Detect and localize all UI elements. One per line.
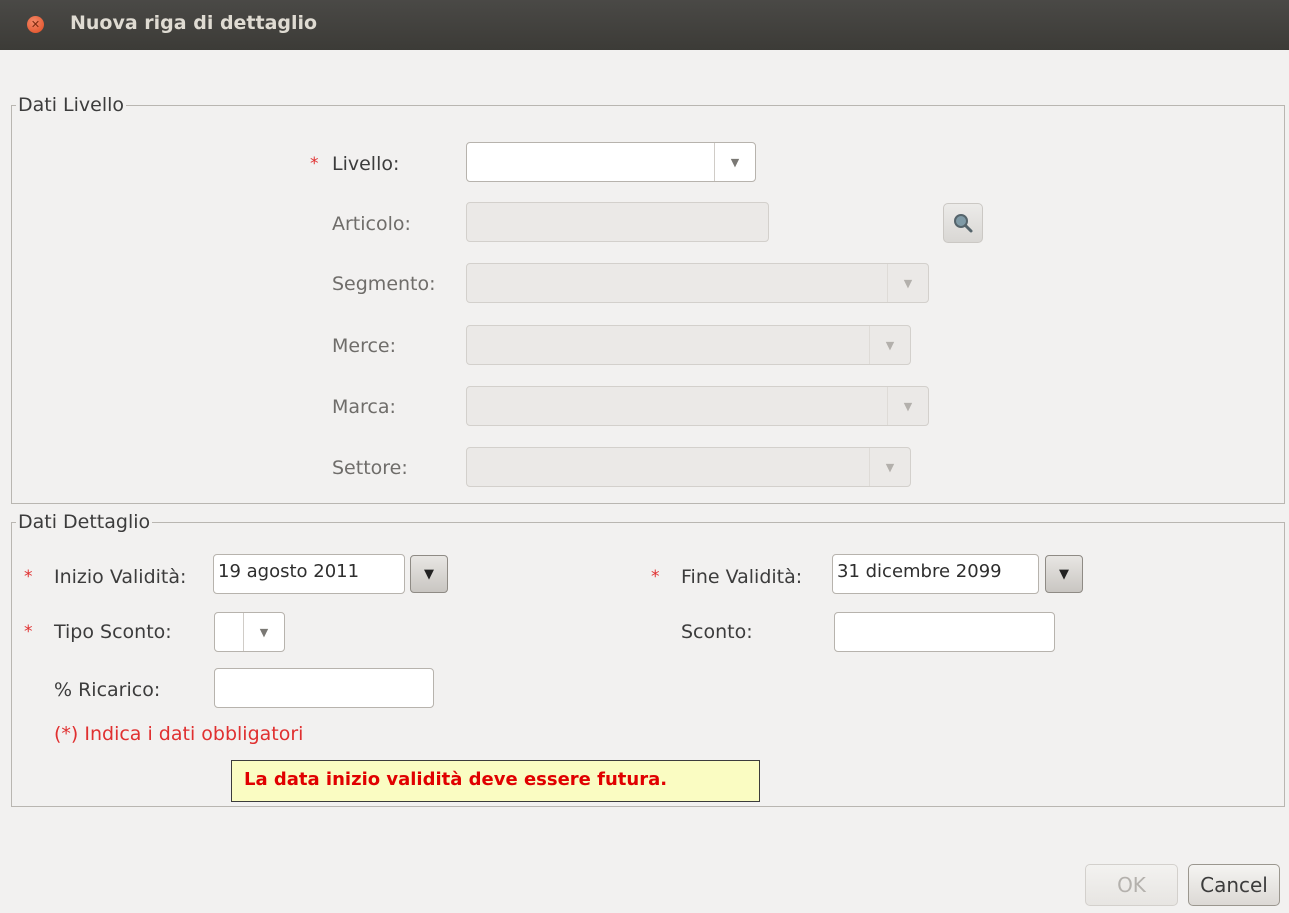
required-marker: * xyxy=(310,154,319,174)
error-message: La data inizio validità deve essere futu… xyxy=(231,760,760,802)
articolo-field[interactable] xyxy=(466,202,769,242)
chevron-down-icon[interactable]: ▼ xyxy=(714,143,755,181)
fine-validita-field[interactable]: 31 dicembre 2099 xyxy=(832,554,1039,594)
chevron-down-icon[interactable]: ▼ xyxy=(887,264,928,302)
chevron-down-icon[interactable]: ▼ xyxy=(869,448,910,486)
title-bar: ✕ Nuova riga di dettaglio xyxy=(0,0,1289,50)
ricarico-field[interactable] xyxy=(214,668,434,708)
chevron-down-icon[interactable]: ▼ xyxy=(243,613,284,651)
livello-combo[interactable]: ▼ xyxy=(466,142,756,182)
window-title: Nuova riga di dettaglio xyxy=(70,12,318,34)
inizio-validita-field[interactable]: 19 agosto 2011 xyxy=(213,554,405,594)
fine-validita-date-button[interactable]: ▼ xyxy=(1045,555,1083,593)
articolo-label: Articolo: xyxy=(332,213,411,235)
chevron-down-icon: ▼ xyxy=(1059,566,1069,582)
required-marker: * xyxy=(651,567,660,587)
segmento-label: Segmento: xyxy=(332,273,436,295)
cancel-button[interactable]: Cancel xyxy=(1188,864,1280,906)
search-icon xyxy=(954,214,973,233)
sconto-label: Sconto: xyxy=(681,621,753,643)
tipo-sconto-combo[interactable]: ▼ xyxy=(214,612,285,652)
segmento-combo[interactable]: ▼ xyxy=(466,263,929,303)
sconto-field[interactable] xyxy=(834,612,1055,652)
close-icon[interactable]: ✕ xyxy=(27,16,44,33)
settore-label: Settore: xyxy=(332,457,408,479)
ok-button[interactable]: OK xyxy=(1085,864,1178,906)
articolo-search-button[interactable] xyxy=(943,203,983,243)
merce-combo[interactable]: ▼ xyxy=(466,325,911,365)
merce-label: Merce: xyxy=(332,335,397,357)
fine-validita-label: Fine Validità: xyxy=(681,566,803,588)
inizio-validita-label: Inizio Validità: xyxy=(54,566,187,588)
livello-label: Livello: xyxy=(332,153,400,175)
tipo-sconto-label: Tipo Sconto: xyxy=(54,621,172,643)
marca-combo[interactable]: ▼ xyxy=(466,386,929,426)
inizio-validita-date-button[interactable]: ▼ xyxy=(410,555,448,593)
marca-label: Marca: xyxy=(332,396,396,418)
ricarico-label: % Ricarico: xyxy=(54,679,161,701)
dati-livello-legend: Dati Livello xyxy=(16,94,127,116)
settore-combo[interactable]: ▼ xyxy=(466,447,911,487)
chevron-down-icon[interactable]: ▼ xyxy=(887,387,928,425)
chevron-down-icon: ▼ xyxy=(424,566,434,582)
dati-dettaglio-legend: Dati Dettaglio xyxy=(16,511,153,533)
required-marker: * xyxy=(24,622,33,642)
required-fields-note: (*) Indica i dati obbligatori xyxy=(54,723,304,745)
required-marker: * xyxy=(24,567,33,587)
chevron-down-icon[interactable]: ▼ xyxy=(869,326,910,364)
